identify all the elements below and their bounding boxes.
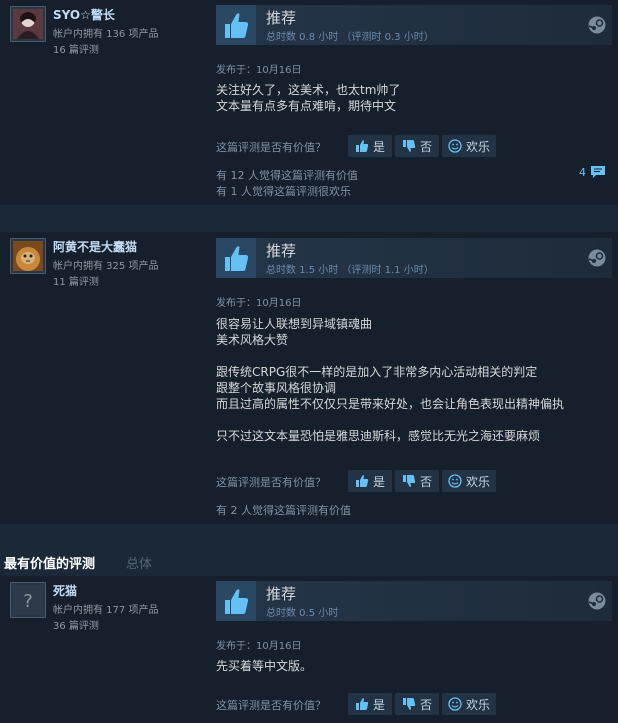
steam-icon [588,592,606,610]
verdict-banner[interactable]: 推荐 总时数 1.5 小时 （评测时 1.1 小时） [216,238,612,278]
comment-icon [591,166,605,178]
verdict-title: 推荐 [266,585,297,603]
review-body: 很容易让人联想到异域镇魂曲 美术风格大赞 跟传统CRPG很不一样的是加入了非常多… [216,316,616,444]
review-line: 而且过高的属性不仅仅只是带来好处，也会让角色表现出精神偏执 [216,397,565,411]
verdict-banner[interactable]: 推荐 总时数 0.8 小时 （评测时 0.3 小时） [216,5,612,45]
vote-no-label: 否 [419,139,432,154]
vote-yes-button[interactable]: 是 [348,135,392,157]
vote-no-button[interactable]: 否 [395,135,439,157]
review-body: 先买着等中文版。 [216,658,596,674]
verdict-title: 推荐 [266,9,297,27]
review-card: ? 死猫 帐户内拥有 177 项产品 36 篇评测 推荐 总时数 0.5 小时 … [0,576,618,723]
avatar[interactable]: ? [10,582,46,618]
author-reviews[interactable]: 16 篇评测 [53,41,99,56]
svg-text:?: ? [23,591,33,612]
helpful-question: 这篇评测是否有价值？ [216,141,326,154]
posted-date: 发布于：10月16日 [216,298,302,309]
author-name[interactable]: 阿黄不是大蠢猫 [53,238,137,255]
comment-count: 4 [579,165,586,179]
thumbs-up-icon [216,238,256,278]
posted-date: 发布于：10月16日 [216,65,302,76]
vote-no-label: 否 [419,474,432,489]
author-products[interactable]: 帐户内拥有 136 项产品 [53,25,158,40]
review-line: 关注好久了，这美术，也太tm帅了 [216,83,401,97]
thumbs-down-icon [402,475,416,487]
verdict-banner[interactable]: 推荐 总时数 0.5 小时 [216,581,612,621]
posted-date: 发布于：10月16日 [216,641,302,652]
thumbs-up-icon [355,140,369,152]
smiley-icon [448,139,462,153]
helpful-question: 这篇评测是否有价值？ [216,476,326,489]
author-name[interactable]: SYO☆警长 [53,6,115,23]
smiley-icon [448,697,462,711]
section-title[interactable]: 最有价值的评测 [4,553,95,572]
vote-no-button[interactable]: 否 [395,470,439,492]
hours-played: 总时数 0.8 小时 （评测时 0.3 小时） [266,32,434,43]
vote-yes-button[interactable]: 是 [348,470,392,492]
vote-no-button[interactable]: 否 [395,693,439,715]
section-subtitle[interactable]: 总体 [126,553,152,572]
thumbs-down-icon [402,140,416,152]
author-reviews[interactable]: 11 篇评测 [53,273,99,288]
review-line [216,348,616,364]
helpful-question: 这篇评测是否有价值？ [216,699,326,712]
vote-yes-label: 是 [372,474,385,489]
thumbs-up-icon [216,581,256,621]
helpful-count: 有 2 人觉得这篇评测有价值 [216,504,351,517]
review-card: 阿黄不是大蠢猫 帐户内拥有 325 项产品 11 篇评测 推荐 总时数 1.5 … [0,232,618,524]
hours-played: 总时数 0.5 小时 [266,608,339,619]
author-reviews[interactable]: 36 篇评测 [53,617,99,632]
comments-link[interactable]: 4 [579,165,606,179]
review-line: 只不过这文本量恐怕是雅思迪斯科，感觉比无光之海还要麻烦 [216,429,541,443]
vote-yes-button[interactable]: 是 [348,693,392,715]
review-line: 美术风格大赞 [216,333,289,347]
vote-funny-label: 欢乐 [465,474,490,489]
vote-yes-label: 是 [372,139,385,154]
hours-played: 总时数 1.5 小时 （评测时 1.1 小时） [266,265,434,276]
verdict-title: 推荐 [266,242,297,260]
funny-count: 有 1 人觉得这篇评测很欢乐 [216,185,351,198]
smiley-icon [448,474,462,488]
review-line [216,412,616,428]
vote-funny-button[interactable]: 欢乐 [442,470,496,492]
thumbs-up-icon [216,5,256,45]
section-header: 最有价值的评测 总体 [0,546,618,576]
vote-no-label: 否 [419,697,432,712]
author-products[interactable]: 帐户内拥有 177 项产品 [53,601,158,616]
review-line: 跟整个故事风格很协调 [216,381,337,395]
helpful-count: 有 12 人觉得这篇评测有价值 [216,169,358,182]
vote-funny-button[interactable]: 欢乐 [442,693,496,715]
avatar[interactable] [10,6,46,42]
vote-funny-label: 欢乐 [465,697,490,712]
avatar[interactable] [10,238,46,274]
author-name[interactable]: 死猫 [53,582,77,599]
vote-funny-button[interactable]: 欢乐 [442,135,496,157]
review-line: 很容易让人联想到异域镇魂曲 [216,317,373,331]
thumbs-up-icon [355,475,369,487]
vote-funny-label: 欢乐 [465,139,490,154]
steam-icon [588,16,606,34]
review-line: 先买着等中文版。 [216,659,313,673]
thumbs-down-icon [402,698,416,710]
review-line: 文本量有点多有点难啃，期待中文 [216,99,397,113]
review-line: 跟传统CRPG很不一样的是加入了非常多内心活动相关的判定 [216,365,538,379]
review-body: 关注好久了，这美术，也太tm帅了 文本量有点多有点难啃，期待中文 [216,82,596,114]
review-card: SYO☆警长 帐户内拥有 136 项产品 16 篇评测 推荐 总时数 0.8 小… [0,0,618,205]
vote-yes-label: 是 [372,697,385,712]
steam-icon [588,249,606,267]
author-products[interactable]: 帐户内拥有 325 项产品 [53,257,158,272]
thumbs-up-icon [355,698,369,710]
